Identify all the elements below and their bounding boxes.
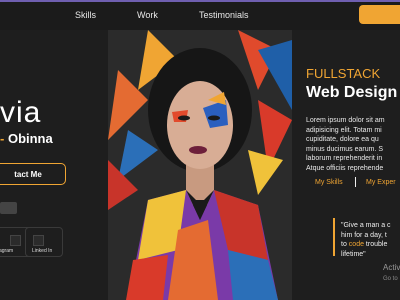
header-cta-button[interactable] <box>359 5 400 24</box>
paragraph-line: adipisicing elit. Totam mi <box>306 126 382 134</box>
quote-line: him for a day, t <box>341 231 387 239</box>
activation-watermark-sub: Go to <box>383 276 398 282</box>
portrait-artwork <box>108 30 292 300</box>
nav-work[interactable]: Work <box>137 10 158 20</box>
linkedin-card[interactable]: Linked In <box>25 227 63 257</box>
quote-highlight: code <box>348 241 364 248</box>
nav-skills[interactable]: Skills <box>75 10 96 20</box>
paragraph-line: Lorem ipsum dolor sit am <box>306 117 385 124</box>
lastname-dash: - <box>0 131 8 146</box>
linkedin-label: Linked In <box>32 248 53 254</box>
hero-name: via <box>0 96 42 129</box>
quote-post: trouble <box>363 241 388 248</box>
quote-block: "Give a man a c him for a day, t to code… <box>341 221 391 259</box>
instagram-label: agram <box>0 248 14 254</box>
instagram-icon <box>10 235 21 246</box>
activation-watermark: Activ <box>383 263 400 272</box>
nav-testimonials[interactable]: Testimonials <box>199 10 249 20</box>
tab-my-skills[interactable]: My Skills <box>315 179 343 186</box>
lastname-text: Obinna <box>7 131 53 146</box>
small-tag <box>0 202 17 214</box>
tab-divider <box>355 177 356 187</box>
web-design-heading: Web Design <box>306 84 398 101</box>
quote-line: "Give a man a c <box>341 222 391 229</box>
quote-line: to code trouble <box>341 240 391 250</box>
intro-paragraph: Lorem ipsum dolor sit am adipisicing eli… <box>306 116 400 174</box>
tab-my-experience[interactable]: My Exper <box>366 179 396 186</box>
quote-accent-bar <box>333 218 335 256</box>
fullstack-heading: FULLSTACK <box>306 66 381 81</box>
portrait-image <box>108 30 292 300</box>
hero-lastname: - Obinna <box>0 131 53 146</box>
paragraph-line: laborum reprehenderit in <box>306 155 383 163</box>
contact-me-button[interactable]: tact Me <box>0 163 66 185</box>
paragraph-line: Atque officiis reprehende <box>306 164 384 172</box>
paragraph-line: cupiditate, dolore ea qu <box>306 136 379 144</box>
paragraph-line: minus ducimus earum. S <box>306 145 384 153</box>
linkedin-icon <box>33 235 44 246</box>
quote-line: lifetime" <box>341 250 366 258</box>
quote-pre: to <box>341 241 349 248</box>
